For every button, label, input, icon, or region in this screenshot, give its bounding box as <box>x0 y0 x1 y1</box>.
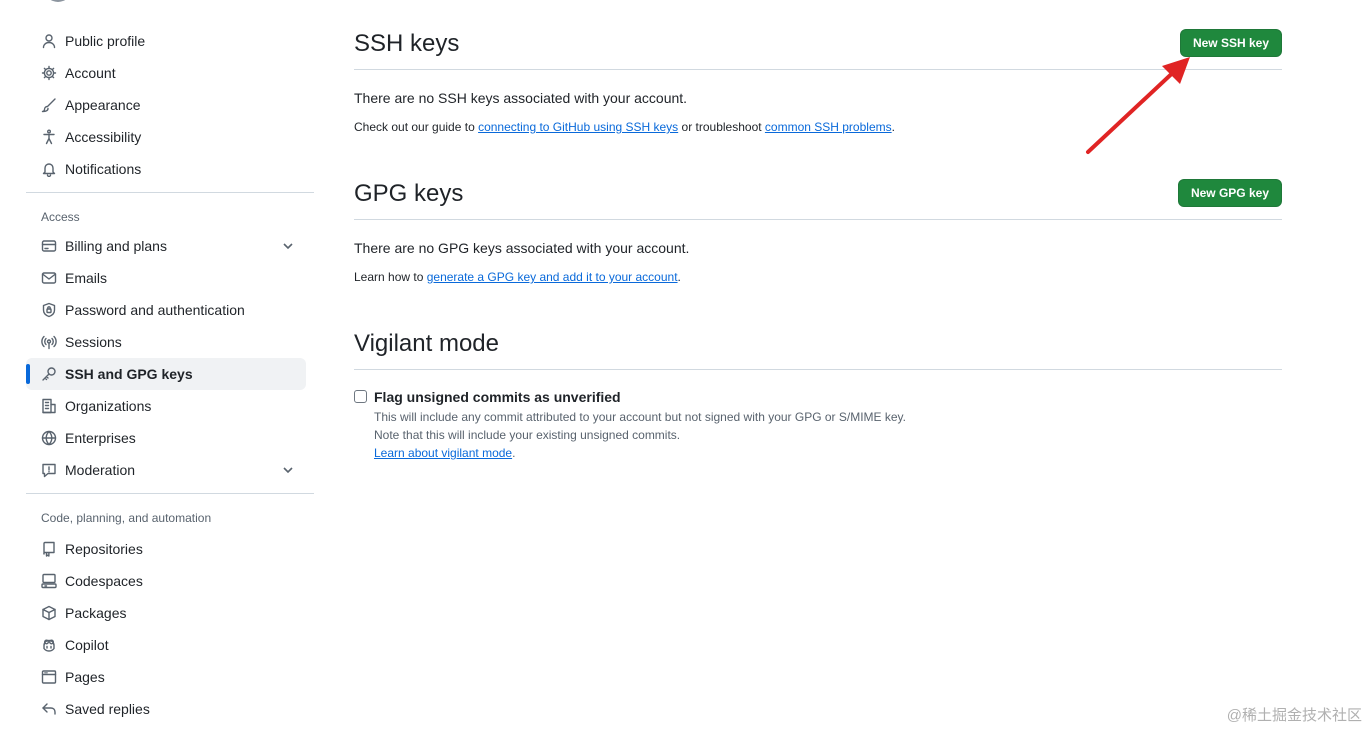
gpg-learn-suffix: . <box>677 270 681 284</box>
watermark: @稀土掘金技术社区 <box>1226 707 1362 724</box>
sidebar-divider <box>26 493 314 494</box>
reply-icon <box>40 700 58 718</box>
gpg-empty-message: There are no GPG keys associated with yo… <box>354 240 690 256</box>
gpg-learn-link[interactable]: generate a GPG key and add it to your ac… <box>427 270 678 284</box>
ssh-guide-link[interactable]: connecting to GitHub using SSH keys <box>478 120 678 134</box>
package-icon <box>40 604 58 622</box>
sidebar-item-label: Public profile <box>65 33 146 49</box>
code-planning-heading: Code, planning, and automation <box>41 511 212 525</box>
ssh-guide-prefix: Check out our guide to <box>354 120 479 134</box>
sidebar-item-label: Pages <box>65 669 105 685</box>
ssh-empty-message: There are no SSH keys associated with yo… <box>354 90 688 106</box>
browser-icon <box>40 668 58 686</box>
sidebar-item-label: Accessibility <box>65 129 142 145</box>
chevron-down-icon[interactable] <box>280 462 296 478</box>
vigilant-note-1: This will include any commit attributed … <box>374 410 907 424</box>
organization-icon <box>40 397 58 415</box>
sidebar-item-pages[interactable]: Pages <box>26 661 306 693</box>
sidebar-item-repositories[interactable]: Repositories <box>26 533 306 565</box>
sidebar-item-label: Repositories <box>65 541 143 557</box>
globe-icon <box>40 429 58 447</box>
sidebar-item-label: Organizations <box>65 398 152 414</box>
sidebar-item-label: Enterprises <box>65 430 136 446</box>
sidebar-item-emails[interactable]: Emails <box>26 262 306 294</box>
sidebar-item-moderation[interactable]: Moderation <box>26 454 306 486</box>
access-heading: Access <box>41 210 80 224</box>
sidebar-item-label: Moderation <box>65 462 136 478</box>
sidebar-item-accessibility[interactable]: Accessibility <box>26 121 306 153</box>
ssh-guide-middle: or troubleshoot <box>678 120 765 134</box>
vigilant-learn-link[interactable]: Learn about vigilant mode <box>374 446 512 460</box>
broadcast-icon <box>40 333 58 351</box>
key-icon <box>40 365 58 383</box>
sidebar-item-appearance[interactable]: Appearance <box>26 89 306 121</box>
accessibility-icon <box>40 128 58 146</box>
chevron-down-icon[interactable] <box>280 238 296 254</box>
sidebar-item-label: SSH and GPG keys <box>65 366 193 382</box>
sidebar-item-label: Appearance <box>65 97 141 113</box>
gpg-keys-title: GPG keys <box>354 180 464 207</box>
sidebar-item-label: Packages <box>65 605 127 621</box>
sidebar-item-password-and-authentication[interactable]: Password and authentication <box>26 294 306 326</box>
vigilant-mode-header: Vigilant mode <box>354 330 1282 370</box>
sidebar-item-billing-and-plans[interactable]: Billing and plans <box>26 230 306 262</box>
sidebar-item-label: Emails <box>65 270 108 286</box>
gpg-learn-text: Learn how to generate a GPG key and add … <box>354 270 681 284</box>
sidebar-item-label: Notifications <box>65 161 142 177</box>
sidebar-item-packages[interactable]: Packages <box>26 597 306 629</box>
sidebar-item-label: Saved replies <box>65 701 150 717</box>
flag-unsigned-commits-label[interactable]: Flag unsigned commits as unverified <box>374 389 621 405</box>
codespaces-icon <box>40 572 58 590</box>
flag-unsigned-commits-checkbox[interactable] <box>354 390 367 403</box>
mail-icon <box>40 269 58 287</box>
copilot-icon <box>40 636 58 654</box>
sidebar-item-label: Billing and plans <box>65 238 167 254</box>
credit-card-icon <box>40 237 58 255</box>
vigilant-mode-title: Vigilant mode <box>354 330 499 357</box>
sidebar-item-notifications[interactable]: Notifications <box>26 153 306 185</box>
paintbrush-icon <box>40 96 58 114</box>
shield-lock-icon <box>40 301 58 319</box>
annotation-arrow <box>1086 57 1190 154</box>
sidebar-item-saved-replies[interactable]: Saved replies <box>26 693 306 725</box>
ssh-troubleshoot-link[interactable]: common SSH problems <box>765 120 892 134</box>
sidebar-item-public-profile[interactable]: Public profile <box>26 25 306 57</box>
gpg-learn-prefix: Learn how to <box>354 270 427 284</box>
sidebar-item-account[interactable]: Account <box>26 57 306 89</box>
ssh-guide-text: Check out our guide to connecting to Git… <box>354 120 895 134</box>
sidebar-item-enterprises[interactable]: Enterprises <box>26 422 306 454</box>
repo-icon <box>40 540 58 558</box>
ssh-guide-suffix: . <box>891 120 895 134</box>
sidebar-item-codespaces[interactable]: Codespaces <box>26 565 306 597</box>
sidebar-item-label: Sessions <box>65 334 122 350</box>
sidebar-item-label: Account <box>65 65 116 81</box>
settings-sidebar: Public profile Account Appearance Accessibi… <box>26 25 314 725</box>
bell-icon <box>40 160 58 178</box>
sidebar-item-label: Password and authentication <box>65 302 245 318</box>
sidebar-item-label: Codespaces <box>65 573 143 589</box>
avatar[interactable] <box>44 0 72 2</box>
new-gpg-key-button[interactable]: New GPG key <box>1177 179 1282 207</box>
sidebar-item-copilot[interactable]: Copilot <box>26 629 306 661</box>
gear-icon <box>40 64 58 82</box>
person-icon <box>40 32 58 50</box>
sidebar-item-sessions[interactable]: Sessions <box>26 326 306 358</box>
sidebar-item-organizations[interactable]: Organizations <box>26 390 306 422</box>
gpg-keys-header: GPG keys <box>354 180 1282 220</box>
sidebar-item-label: Copilot <box>65 637 109 653</box>
report-icon <box>40 461 58 479</box>
sidebar-divider <box>26 192 314 193</box>
sidebar-item-ssh-and-gpg-keys[interactable]: SSH and GPG keys <box>26 358 306 390</box>
vigilant-learn-suffix: . <box>512 446 516 460</box>
vigilant-learn-text: Learn about vigilant mode. <box>374 446 515 460</box>
vigilant-note-2: Note that this will include your existin… <box>374 428 681 442</box>
